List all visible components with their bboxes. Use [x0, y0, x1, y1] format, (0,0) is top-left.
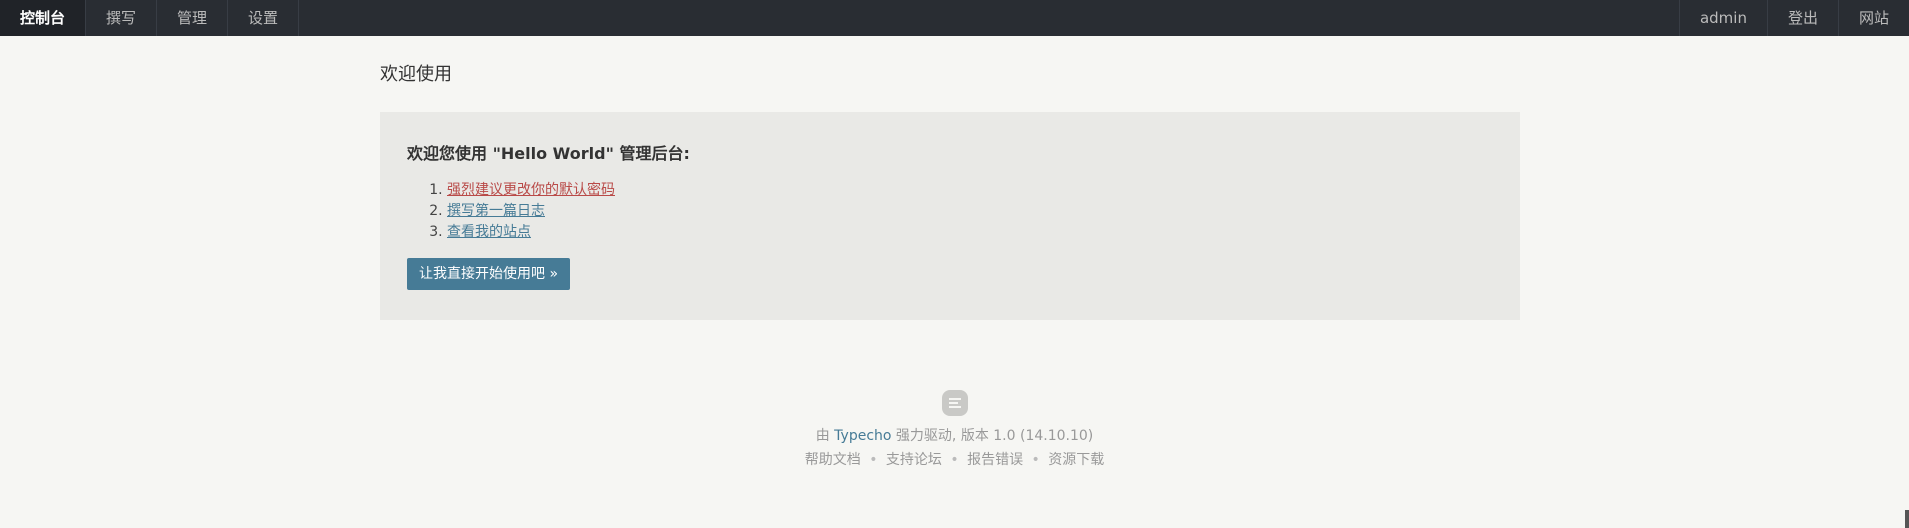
page-title: 欢迎使用	[380, 64, 452, 85]
footer-version: 强力驱动, 版本 1.0 (14.10.10)	[895, 428, 1094, 444]
typecho-logo-glyph	[948, 398, 961, 408]
typecho-logo-icon[interactable]	[941, 390, 968, 416]
separator: •	[950, 452, 959, 468]
nav-left-group: 控制台 撰写 管理 设置	[0, 0, 300, 36]
list-item: 查看我的站点	[447, 222, 1493, 243]
nav-manage[interactable]: 管理	[157, 0, 229, 36]
footer: 由 Typecho 强力驱动, 版本 1.0 (14.10.10) 帮助文档 •…	[0, 390, 1909, 470]
view-site-link[interactable]: 查看我的站点	[447, 224, 531, 240]
nav-dashboard[interactable]: 控制台	[0, 0, 87, 36]
footer-prefix: 由	[815, 428, 830, 444]
report-bug-link[interactable]: 报告错误	[967, 452, 1023, 468]
footer-links: 帮助文档 • 支持论坛 • 报告错误 • 资源下载	[0, 450, 1909, 470]
nav-user-admin[interactable]: admin	[1678, 0, 1767, 36]
change-password-link[interactable]: 强烈建议更改你的默认密码	[447, 182, 615, 198]
list-item: 强烈建议更改你的默认密码	[447, 180, 1493, 201]
nav-right-group: admin 登出 网站	[1678, 0, 1909, 36]
support-forum-link[interactable]: 支持论坛	[886, 452, 942, 468]
nav-settings[interactable]: 设置	[228, 0, 300, 36]
nav-write[interactable]: 撰写	[86, 0, 158, 36]
start-using-button[interactable]: 让我直接开始使用吧 »	[407, 258, 571, 290]
separator: •	[869, 452, 878, 468]
scrollbar-handle[interactable]	[1905, 510, 1909, 528]
getting-started-list: 强烈建议更改你的默认密码 撰写第一篇日志 查看我的站点	[407, 180, 1493, 243]
resources-download-link[interactable]: 资源下载	[1048, 452, 1104, 468]
list-item: 撰写第一篇日志	[447, 201, 1493, 222]
footer-credit: 由 Typecho 强力驱动, 版本 1.0 (14.10.10)	[0, 426, 1909, 446]
top-navbar: 控制台 撰写 管理 设置 admin 登出 网站	[0, 0, 1909, 36]
help-docs-link[interactable]: 帮助文档	[805, 452, 861, 468]
separator: •	[1031, 452, 1040, 468]
write-first-post-link[interactable]: 撰写第一篇日志	[447, 203, 545, 219]
welcome-panel: 欢迎您使用 "Hello World" 管理后台: 强烈建议更改你的默认密码 撰…	[380, 112, 1520, 320]
nav-website[interactable]: 网站	[1837, 0, 1909, 36]
nav-logout[interactable]: 登出	[1766, 0, 1838, 36]
welcome-heading: 欢迎您使用 "Hello World" 管理后台:	[407, 144, 690, 163]
typecho-link[interactable]: Typecho	[834, 428, 891, 444]
